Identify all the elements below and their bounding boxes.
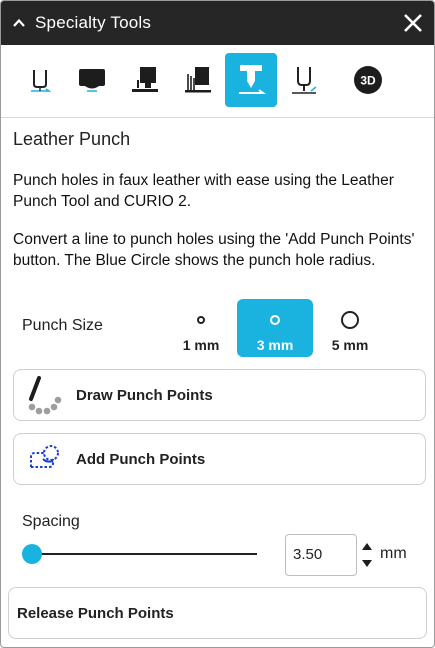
punch-size-3mm-option[interactable]: 3 mm (237, 299, 313, 357)
punch-size-label: Punch Size (22, 317, 103, 334)
punch-size-5mm-option[interactable]: 5 mm (312, 299, 388, 357)
etching-tool-icon[interactable] (278, 53, 330, 107)
spacing-unit: mm (380, 545, 407, 562)
title-bar: Specialty Tools (1, 1, 434, 45)
spacing-label: Spacing (22, 513, 80, 530)
large-circle-icon (341, 311, 359, 329)
stippling-tool-icon[interactable] (172, 53, 224, 107)
close-icon[interactable] (402, 12, 424, 34)
3d-tool-icon[interactable]: 3D (342, 53, 394, 107)
slider-track (31, 553, 257, 555)
slider-thumb[interactable] (22, 544, 42, 564)
collapse-chevron-icon[interactable] (11, 15, 27, 31)
draw-points-icon (20, 370, 70, 420)
add-points-icon (20, 434, 70, 484)
cutting-blade-tool-icon[interactable] (14, 53, 66, 107)
small-circle-icon (197, 316, 205, 324)
fine-point-pen-tool-icon[interactable] (66, 53, 118, 107)
instruction-text: Convert a line to punch holes using the … (13, 231, 415, 269)
draw-punch-points-label: Draw Punch Points (76, 386, 213, 404)
release-punch-points-label: Release Punch Points (17, 604, 174, 622)
spacing-slider[interactable] (21, 541, 261, 567)
spacing-input[interactable]: 3.50 (285, 534, 357, 576)
tool-selector: 3D (1, 53, 434, 109)
add-punch-points-label: Add Punch Points (76, 450, 206, 468)
punch-size-1mm-option[interactable]: 1 mm (163, 299, 239, 357)
decrement-arrow-icon[interactable] (362, 560, 372, 567)
add-punch-points-button[interactable]: Add Punch Points (13, 433, 426, 485)
leather-punch-tool-icon[interactable] (225, 53, 277, 107)
release-punch-points-button[interactable]: Release Punch Points (8, 587, 427, 639)
spacing-stepper[interactable] (360, 539, 374, 571)
specialty-tools-panel: Specialty Tools 3D Leather Punch Punch h… (0, 0, 435, 648)
embossing-tool-icon[interactable] (119, 53, 171, 107)
punch-size-label-3mm: 3 mm (256, 337, 294, 353)
punch-size-label-1mm: 1 mm (182, 337, 220, 353)
3d-tool-label: 3D (360, 74, 376, 88)
description-text: Punch holes in faux leather with ease us… (13, 172, 394, 210)
panel-title: Specialty Tools (35, 13, 152, 32)
section-heading: Leather Punch (13, 129, 131, 149)
increment-arrow-icon[interactable] (362, 543, 372, 550)
medium-circle-icon (270, 315, 280, 325)
punch-size-label-5mm: 5 mm (331, 337, 369, 353)
draw-punch-points-button[interactable]: Draw Punch Points (13, 369, 426, 421)
divider (1, 117, 434, 118)
